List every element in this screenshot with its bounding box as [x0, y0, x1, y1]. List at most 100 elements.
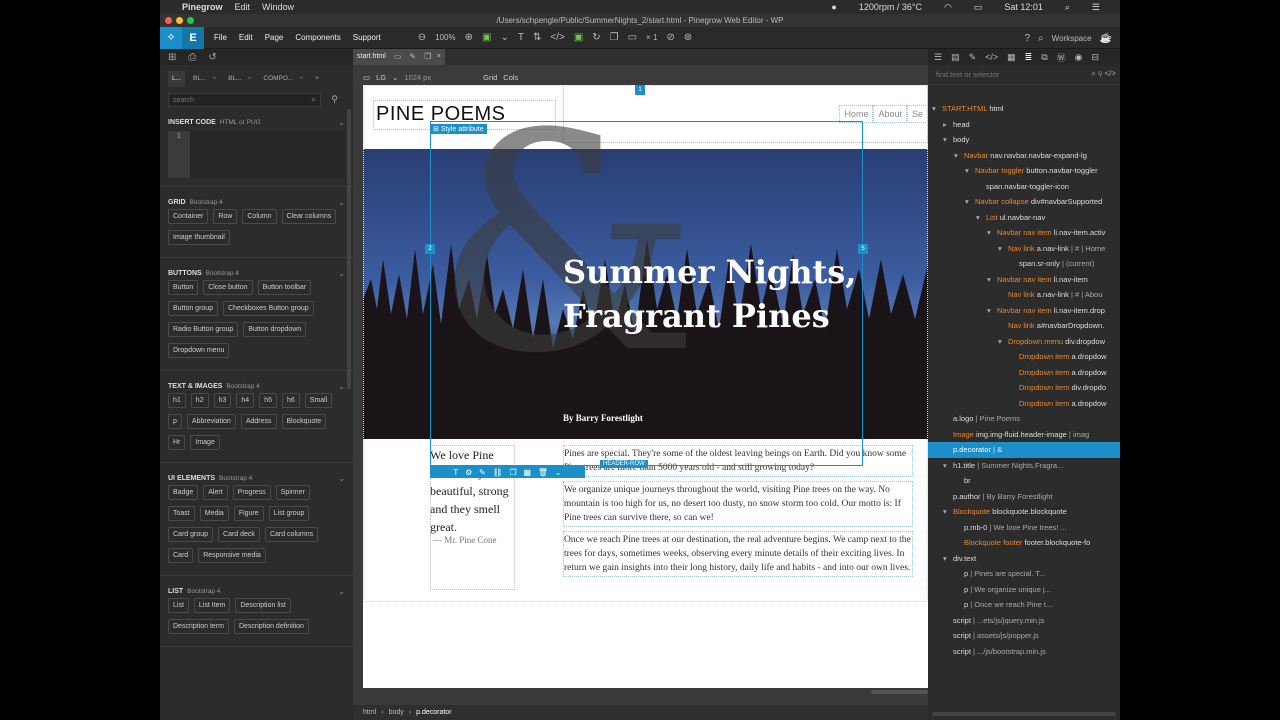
- component-chip[interactable]: Card columns: [264, 527, 319, 542]
- refresh-icon[interactable]: ↻: [592, 32, 600, 43]
- search-page-icon[interactable]: ⌕: [1038, 33, 1044, 44]
- close-icon[interactable]: ×: [299, 75, 303, 82]
- component-chip[interactable]: Card group: [168, 527, 214, 542]
- tree-node[interactable]: p.author | By Barry Forestlight: [928, 489, 1120, 505]
- eye-icon[interactable]: ◉: [1075, 52, 1083, 63]
- component-chip[interactable]: Clear columns: [281, 209, 337, 224]
- tree-arrow-icon[interactable]: ▾: [932, 101, 942, 117]
- grid-toggle[interactable]: Grid: [483, 73, 497, 82]
- zoom-out-icon[interactable]: ⊖: [418, 32, 426, 43]
- app-name-menu[interactable]: Pinegrow: [182, 2, 223, 12]
- help-icon[interactable]: ?: [1025, 33, 1031, 44]
- tree-node[interactable]: a.logo | Pine Poems: [928, 411, 1120, 427]
- split-icon[interactable]: ⊟: [1092, 52, 1100, 63]
- multiplier[interactable]: × 1: [646, 33, 657, 42]
- edit-page-icon[interactable]: ✎: [409, 49, 416, 65]
- tree-arrow-icon[interactable]: ▸: [943, 117, 953, 133]
- tree-node[interactable]: ▾ Navbar collapse div#navbarSupported: [928, 194, 1120, 210]
- component-chip[interactable]: Progress: [232, 485, 271, 500]
- component-chip[interactable]: Media: [199, 506, 229, 521]
- component-chip[interactable]: List group: [268, 506, 310, 521]
- page-canvas[interactable]: PINE POEMS Home About Se & Summer Nights…: [363, 85, 928, 688]
- component-chip[interactable]: h5: [259, 393, 277, 408]
- component-chip[interactable]: Row: [213, 209, 238, 224]
- menu-file[interactable]: File: [214, 33, 227, 42]
- tree-node[interactable]: ▾ START.HTML html: [928, 101, 1120, 117]
- tree-node[interactable]: Dropdown item a.dropdow: [928, 349, 1120, 365]
- tab-library[interactable]: L...: [168, 71, 186, 87]
- battery-icon[interactable]: ▭: [974, 2, 983, 13]
- column-badge[interactable]: 2: [425, 244, 435, 254]
- tab-blocks-1[interactable]: BL... ×: [189, 71, 220, 87]
- tree-arrow-icon[interactable]: ▾: [943, 458, 953, 474]
- code-editor[interactable]: 1: [168, 131, 345, 178]
- tree-arrow-icon[interactable]: ▾: [954, 148, 964, 164]
- tree-arrow-icon[interactable]: ▾: [987, 303, 997, 319]
- component-chip[interactable]: p: [168, 414, 182, 429]
- tree-node[interactable]: ▾ Navbar nav item li.nav-item.drop: [928, 303, 1120, 319]
- tree-node[interactable]: ▾ Navbar nav item li.nav-item.activ: [928, 225, 1120, 241]
- layers-icon[interactable]: ≣: [1025, 52, 1033, 63]
- tree-node[interactable]: ▾ Navbar nav item li.nav-item: [928, 272, 1120, 288]
- component-chip[interactable]: Container: [168, 209, 209, 224]
- search-icon[interactable]: ⌕: [1092, 69, 1096, 78]
- workspace-label[interactable]: Workspace: [1052, 34, 1092, 43]
- component-chip[interactable]: Alert: [203, 485, 228, 500]
- minimize-window-icon[interactable]: [176, 17, 183, 24]
- component-chip[interactable]: Dropdown menu: [168, 343, 230, 358]
- component-chip[interactable]: Responsive media: [198, 548, 266, 563]
- tree-arrow-icon[interactable]: ▾: [943, 132, 953, 148]
- section-header[interactable]: UI ELEMENTS Bootstrap 4 ⌄: [168, 471, 345, 485]
- component-chip[interactable]: Description definition: [233, 619, 309, 634]
- tree-arrow-icon[interactable]: ▾: [987, 272, 997, 288]
- component-chip[interactable]: Checkboxes Button group: [223, 301, 314, 316]
- editor-mode-icon[interactable]: E: [182, 26, 204, 49]
- add-tab-icon[interactable]: +: [311, 71, 323, 87]
- component-chip[interactable]: Figure: [233, 506, 264, 521]
- tree-arrow-icon[interactable]: ▾: [943, 504, 953, 520]
- wifi-icon[interactable]: ◠: [944, 2, 952, 13]
- link-icon[interactable]: ⛓: [493, 468, 503, 477]
- tree-node[interactable]: ▸ head: [928, 117, 1120, 133]
- component-chip[interactable]: Toast: [168, 506, 195, 521]
- devices-icon[interactable]: ▭: [628, 32, 637, 43]
- style-icon[interactable]: ⇅: [533, 32, 541, 43]
- new-page-icon[interactable]: ⊞: [168, 52, 176, 63]
- column-badge[interactable]: 1: [635, 85, 645, 95]
- menu-edit-app[interactable]: Edit: [239, 33, 253, 42]
- doc-tab[interactable]: start.html ▭ ✎ ❐ ×: [353, 49, 445, 65]
- tree-node[interactable]: script | assets/js/popper.js: [928, 628, 1120, 644]
- breakpoint[interactable]: LG: [376, 73, 386, 82]
- component-chip[interactable]: Description term: [168, 619, 229, 634]
- section-header[interactable]: INSERT CODE HTML or PUG ⌄: [168, 115, 345, 129]
- tree-node[interactable]: Dropdown item a.dropdow: [928, 396, 1120, 412]
- menu-page[interactable]: Page: [265, 33, 284, 42]
- chevron-down-icon[interactable]: ⌄: [392, 73, 398, 82]
- layout-icon[interactable]: ▣: [482, 32, 491, 43]
- breadcrumb-current[interactable]: p.decorator: [416, 709, 451, 716]
- duplicate-icon[interactable]: ❐: [424, 49, 431, 65]
- tab-components[interactable]: COMPO... ×: [259, 71, 307, 87]
- component-chip[interactable]: h3: [213, 393, 232, 408]
- code-icon[interactable]: </>: [1104, 69, 1116, 78]
- section-header[interactable]: TEXT & IMAGES Bootstrap 4 ⌄: [168, 379, 345, 393]
- component-chip[interactable]: Close button: [203, 280, 253, 295]
- tree-node[interactable]: script | .../js/bootstrap.min.js: [928, 644, 1120, 660]
- tree-node[interactable]: ▾ div.text: [928, 551, 1120, 567]
- component-chip[interactable]: Column: [242, 209, 277, 224]
- close-icon[interactable]: ×: [248, 75, 252, 82]
- left-scrollbar[interactable]: [347, 109, 351, 389]
- tree-node[interactable]: Nav link a#navbarDropdown.: [928, 318, 1120, 334]
- component-chip[interactable]: Card deck: [218, 527, 260, 542]
- component-chip[interactable]: Blockquote: [281, 414, 327, 429]
- menu-components[interactable]: Components: [295, 33, 340, 42]
- props-icon[interactable]: ▤: [951, 52, 960, 63]
- tree-arrow-icon[interactable]: ▾: [943, 551, 953, 567]
- tree-node[interactable]: ▾ Dropdown menu div.dropdow: [928, 334, 1120, 350]
- tree-node[interactable]: p.mb-0 | We love Pine trees! ...: [928, 520, 1120, 536]
- menu-edit[interactable]: Edit: [235, 2, 251, 12]
- chevron-down-icon[interactable]: ⌄: [500, 32, 508, 43]
- search-icon[interactable]: ⌕: [1065, 2, 1070, 13]
- page-width[interactable]: 1024 px: [404, 73, 431, 82]
- menu-support[interactable]: Support: [353, 33, 381, 42]
